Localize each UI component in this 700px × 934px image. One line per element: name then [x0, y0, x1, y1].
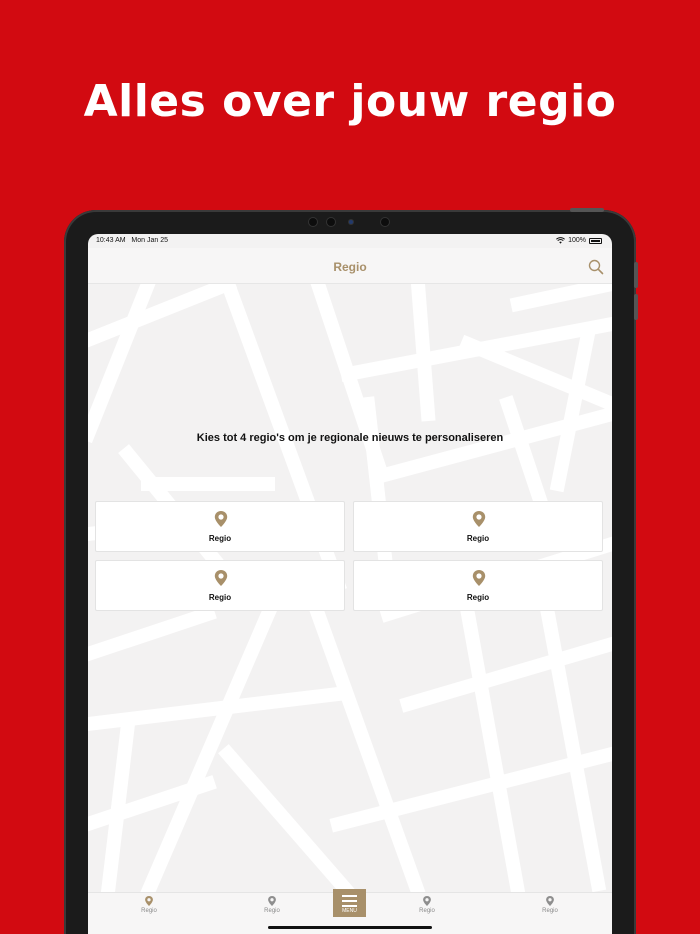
- tab-regio-2[interactable]: Regio: [252, 895, 292, 914]
- tab-regio-4[interactable]: Regio: [530, 895, 570, 914]
- region-card-2[interactable]: Regio: [353, 501, 603, 552]
- location-pin-icon: [546, 896, 554, 906]
- headline: Alles over jouw regio: [83, 76, 617, 127]
- battery-icon: [589, 237, 602, 244]
- page-title: Regio: [333, 260, 367, 274]
- volume-down-button: [634, 294, 638, 320]
- volume-up-button: [634, 262, 638, 288]
- status-time: 10:43 AM Mon Jan 25: [96, 237, 168, 244]
- tab-regio-1[interactable]: Regio: [129, 895, 169, 914]
- region-card-label: Regio: [208, 593, 232, 602]
- map-background: Kies tot 4 regio's om je regionale nieuw…: [88, 284, 612, 892]
- menu-button[interactable]: MENU: [333, 889, 366, 917]
- hamburger-menu-icon: [342, 895, 357, 897]
- battery-percent: 100%: [568, 237, 586, 244]
- location-pin-icon: [214, 511, 228, 527]
- location-pin-icon: [472, 511, 486, 527]
- camera-lens: [327, 218, 335, 226]
- region-card-label: Regio: [466, 593, 490, 602]
- region-card-4[interactable]: Regio: [353, 560, 603, 611]
- location-pin-icon: [145, 896, 153, 906]
- tab-regio-3[interactable]: Regio: [407, 895, 447, 914]
- tab-label: Regio: [264, 908, 280, 914]
- power-button: [570, 208, 604, 212]
- location-pin-icon: [472, 570, 486, 586]
- tab-label: Regio: [141, 908, 157, 914]
- location-pin-icon: [214, 570, 228, 586]
- status-clock: 10:43 AM: [96, 237, 126, 244]
- menu-label: MENU: [342, 908, 357, 914]
- app-screen: 10:43 AM Mon Jan 25 100% Regio Kies tot …: [88, 234, 612, 934]
- region-card-label: Regio: [466, 534, 490, 543]
- wifi-icon: [556, 237, 566, 244]
- region-card-1[interactable]: Regio: [95, 501, 345, 552]
- intro-text: Kies tot 4 regio's om je regionale nieuw…: [196, 432, 504, 444]
- camera-lens: [309, 218, 317, 226]
- status-bar: 10:43 AM Mon Jan 25 100%: [88, 234, 612, 248]
- hamburger-menu-icon: [342, 900, 357, 902]
- tab-label: Regio: [542, 908, 558, 914]
- camera-sensor: [349, 220, 353, 224]
- status-date: Mon Jan 25: [131, 237, 169, 244]
- hamburger-menu-icon: [342, 905, 357, 907]
- nav-bar: Regio: [88, 248, 612, 284]
- home-indicator[interactable]: [268, 926, 432, 929]
- tab-label: Regio: [419, 908, 435, 914]
- search-icon[interactable]: [588, 259, 604, 275]
- location-pin-icon: [423, 896, 431, 906]
- camera-lens: [381, 218, 389, 226]
- region-card-3[interactable]: Regio: [95, 560, 345, 611]
- location-pin-icon: [268, 896, 276, 906]
- region-card-label: Regio: [208, 534, 232, 543]
- status-indicators: 100%: [556, 237, 602, 244]
